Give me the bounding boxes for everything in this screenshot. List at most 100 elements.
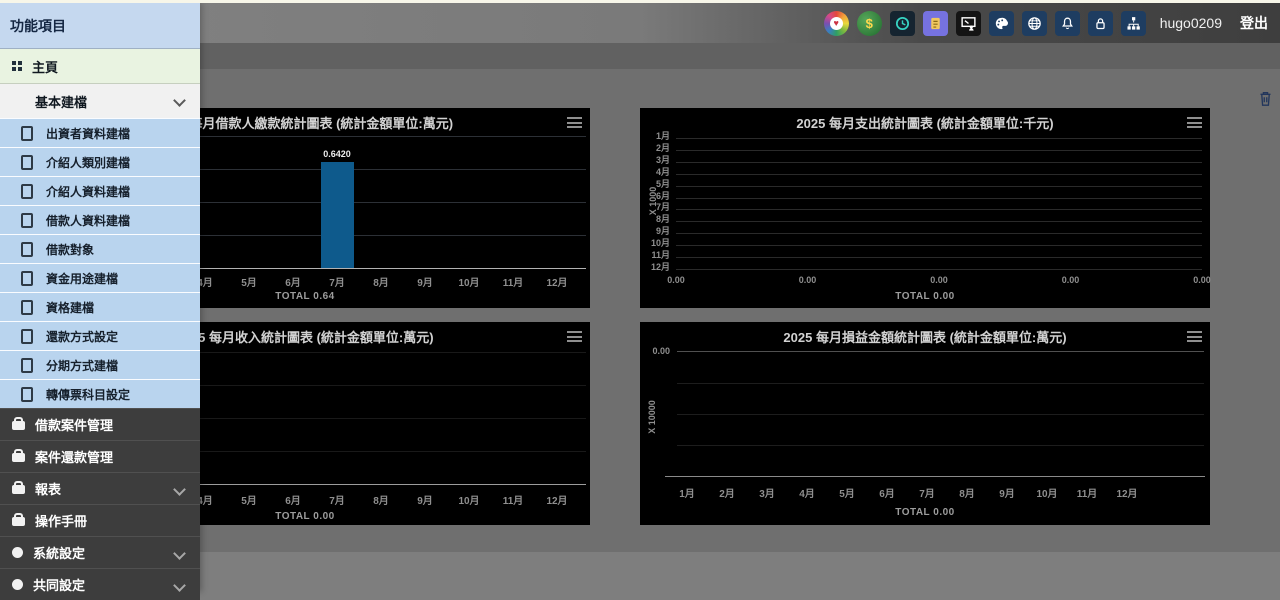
gridline: [677, 414, 1204, 415]
sidebar-section[interactable]: 操作手冊: [0, 504, 200, 536]
sidebar-item-label: 資金用途建檔: [46, 270, 118, 287]
gridline: [676, 221, 1202, 222]
gridline: [677, 351, 1204, 352]
sidebar-item[interactable]: 借款對象: [0, 234, 200, 263]
sidebar-section-label: 共同設定: [33, 575, 85, 594]
y-tick-label: 12月: [644, 260, 670, 273]
chart-menu-icon[interactable]: [567, 117, 582, 128]
sidebar-item-home[interactable]: 主頁: [0, 49, 200, 84]
sidebar-item[interactable]: 出資者資料建檔: [0, 118, 200, 147]
gridline: [676, 138, 1202, 139]
sidebar-item[interactable]: 分期方式建檔: [0, 350, 200, 379]
x-tick-label: 7月: [315, 274, 359, 289]
sidebar-item[interactable]: 介紹人類別建檔: [0, 147, 200, 176]
y-tick-label: 0.00: [644, 346, 670, 356]
chart-menu-icon[interactable]: [1187, 117, 1202, 128]
topbar-actions: ♥ $ hugo0209 登出: [824, 3, 1268, 43]
gridline: [676, 269, 1202, 270]
presentation-icon[interactable]: [956, 11, 981, 36]
x-tick-label: 0.00: [1051, 275, 1091, 285]
bell-icon[interactable]: [1055, 11, 1080, 36]
sidebar-sections: 借款案件管理案件還款管理報表操作手冊系統設定共同設定: [0, 408, 200, 600]
flower-logo[interactable]: ♥: [824, 11, 849, 36]
x-tick-label: 11月: [491, 274, 535, 289]
document-icon: [21, 271, 33, 286]
sidebar-item-label: 介紹人類別建檔: [46, 154, 130, 171]
x-tick-label: 6月: [271, 492, 315, 507]
gridline: [676, 257, 1202, 258]
x-tick-label: 8月: [359, 492, 403, 507]
trash-icon[interactable]: [1258, 90, 1273, 112]
x-tick-label: 7月: [315, 492, 359, 507]
x-tick-label: 9月: [403, 492, 447, 507]
sidebar-group-basic-records[interactable]: 基本建檔: [0, 84, 200, 118]
sidebar-item[interactable]: 介紹人資料建檔: [0, 176, 200, 205]
sidebar-section[interactable]: 報表: [0, 472, 200, 504]
sidebar-section[interactable]: 共同設定: [0, 568, 200, 600]
sidebar-group-label: 基本建檔: [35, 92, 87, 111]
lock-icon[interactable]: [1088, 11, 1113, 36]
globe-icon[interactable]: [1022, 11, 1047, 36]
sidebar-item[interactable]: 轉傳票科目設定: [0, 379, 200, 408]
sidebar-section[interactable]: 案件還款管理: [0, 440, 200, 472]
x-tick-label: 0.00: [788, 275, 828, 285]
gridline: [677, 383, 1204, 384]
axis-unit-label: X 1000: [648, 171, 658, 231]
logout-button[interactable]: 登出: [1240, 13, 1268, 33]
sidebar-section-label: 操作手冊: [35, 511, 87, 530]
x-tick-label: 3月: [747, 485, 787, 500]
document-icon: [21, 126, 33, 141]
x-tick-label: 7月: [907, 485, 947, 500]
sitemap-icon[interactable]: [1121, 11, 1146, 36]
sidebar-sub-items: 出資者資料建檔介紹人類別建檔介紹人資料建檔借款人資料建檔借款對象資金用途建檔資格…: [0, 118, 200, 408]
palette-icon[interactable]: [989, 11, 1014, 36]
sidebar-item-label: 轉傳票科目設定: [46, 386, 130, 403]
chart-menu-icon[interactable]: [1187, 331, 1202, 342]
sidebar-item[interactable]: 資格建檔: [0, 292, 200, 321]
briefcase-icon: [12, 485, 25, 494]
sidebar-section[interactable]: 系統設定: [0, 536, 200, 568]
gridline: [676, 245, 1202, 246]
bar-data-point[interactable]: [321, 162, 354, 268]
x-tick-label: 12月: [1107, 485, 1147, 500]
chart-panel-expense: 2025 每月支出統計圖表 (統計金額單位:千元) 1月2月3月4月5月6月7月…: [640, 108, 1210, 308]
grid-icon: [12, 61, 22, 71]
chevron-down-icon: [173, 483, 186, 496]
x-tick-label: 10月: [447, 492, 491, 507]
sidebar-item[interactable]: 還款方式設定: [0, 321, 200, 350]
sidebar-item-label: 出資者資料建檔: [46, 125, 130, 142]
axis-unit-label: X 10000: [647, 385, 657, 449]
chart-total: TOTAL 0.00: [640, 507, 1210, 518]
briefcase-icon: [12, 421, 25, 430]
sidebar-item[interactable]: 資金用途建檔: [0, 263, 200, 292]
chart-title: 2025 每月損益金額統計圖表 (統計金額單位:萬元): [640, 327, 1210, 346]
x-tick-label: 11月: [491, 492, 535, 507]
gridline: [676, 198, 1202, 199]
x-tick-label: 10月: [1027, 485, 1067, 500]
document-icon: [21, 329, 33, 344]
sidebar-section-label: 系統設定: [33, 543, 85, 562]
sidebar-item-label: 還款方式設定: [46, 328, 118, 345]
x-tick-label: 11月: [1067, 485, 1107, 500]
chart-menu-icon[interactable]: [567, 331, 582, 342]
gridline: [676, 209, 1202, 210]
green-logo[interactable]: $: [857, 11, 882, 36]
x-tick-label: 6月: [867, 485, 907, 500]
chart-title: 2025 每月支出統計圖表 (統計金額單位:千元): [640, 113, 1210, 132]
clock-icon[interactable]: [890, 11, 915, 36]
document-icon: [21, 358, 33, 373]
sidebar-section-label: 案件還款管理: [35, 447, 113, 466]
sidebar: 功能項目 主頁 基本建檔 出資者資料建檔介紹人類別建檔介紹人資料建檔借款人資料建…: [0, 3, 200, 592]
gridline: [676, 233, 1202, 234]
x-tick-label: 10月: [447, 274, 491, 289]
x-tick-label: 4月: [787, 485, 827, 500]
sidebar-item[interactable]: 借款人資料建檔: [0, 205, 200, 234]
document-icon: [21, 213, 33, 228]
document-icon: [21, 184, 33, 199]
gridline: [676, 174, 1202, 175]
x-tick-label: 0.00: [656, 275, 696, 285]
scroll-icon[interactable]: [923, 11, 948, 36]
chart-panel-profit: 2025 每月損益金額統計圖表 (統計金額單位:萬元) 0.001月2月3月4月…: [640, 322, 1210, 525]
sidebar-item-label: 借款人資料建檔: [46, 212, 130, 229]
sidebar-section[interactable]: 借款案件管理: [0, 408, 200, 440]
